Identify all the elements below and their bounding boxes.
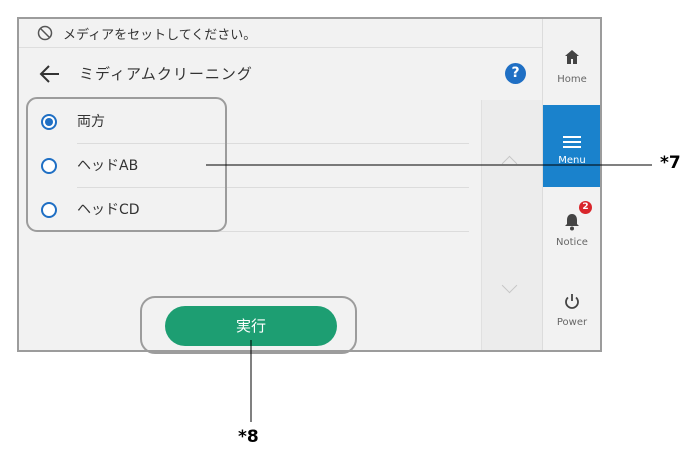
callout-7-label: *7	[660, 153, 681, 173]
execute-button[interactable]: 実行	[165, 306, 337, 346]
option-both[interactable]: 両方	[19, 100, 469, 144]
help-icon[interactable]: ?	[505, 63, 526, 84]
header: ミディアムクリーニング ?	[19, 48, 542, 100]
printer-panel-screen: メディアをセットしてください。 ミディアムクリーニング ? 両方 ヘッドAB ヘ…	[17, 17, 602, 352]
chevron-down-icon[interactable]	[501, 277, 518, 294]
option-list: 両方 ヘッドAB ヘッドCD	[19, 100, 481, 299]
radio-unselected-icon[interactable]	[41, 202, 57, 218]
bell-icon	[565, 214, 579, 231]
nav-power[interactable]: Power	[543, 269, 600, 347]
nav-menu-label: Menu	[558, 155, 586, 166]
option-head-ab[interactable]: ヘッドAB	[19, 144, 469, 188]
page-title: ミディアムクリーニング	[79, 65, 253, 83]
option-label: 両方	[77, 114, 105, 130]
nav-notice-label: Notice	[556, 237, 588, 248]
divider	[77, 231, 469, 232]
nav-home-label: Home	[557, 74, 587, 85]
nav-menu[interactable]: Menu	[543, 105, 600, 187]
option-head-cd[interactable]: ヘッドCD	[19, 188, 469, 232]
option-label: ヘッドAB	[77, 158, 139, 174]
option-label: ヘッドCD	[77, 202, 140, 218]
back-arrow-icon[interactable]	[39, 64, 61, 84]
radio-unselected-icon[interactable]	[41, 158, 57, 174]
no-media-icon	[37, 25, 53, 41]
home-icon	[565, 50, 579, 64]
power-icon	[565, 294, 579, 309]
radio-selected-icon[interactable]	[41, 114, 57, 130]
callout-8-label: *8	[238, 427, 259, 447]
notice-count-badge: 2	[579, 201, 592, 214]
chevron-up-icon[interactable]	[501, 155, 518, 172]
scroll-column	[481, 100, 542, 350]
side-nav: Home Menu 2 Notice Power	[542, 19, 600, 350]
nav-home[interactable]: Home	[543, 27, 600, 105]
footer: 実行	[19, 298, 481, 350]
status-bar: メディアをセットしてください。	[19, 19, 542, 48]
nav-power-label: Power	[556, 317, 588, 328]
nav-notice[interactable]: 2 Notice	[543, 187, 600, 265]
menu-icon	[563, 136, 581, 148]
status-message: メディアをセットしてください。	[63, 28, 257, 43]
